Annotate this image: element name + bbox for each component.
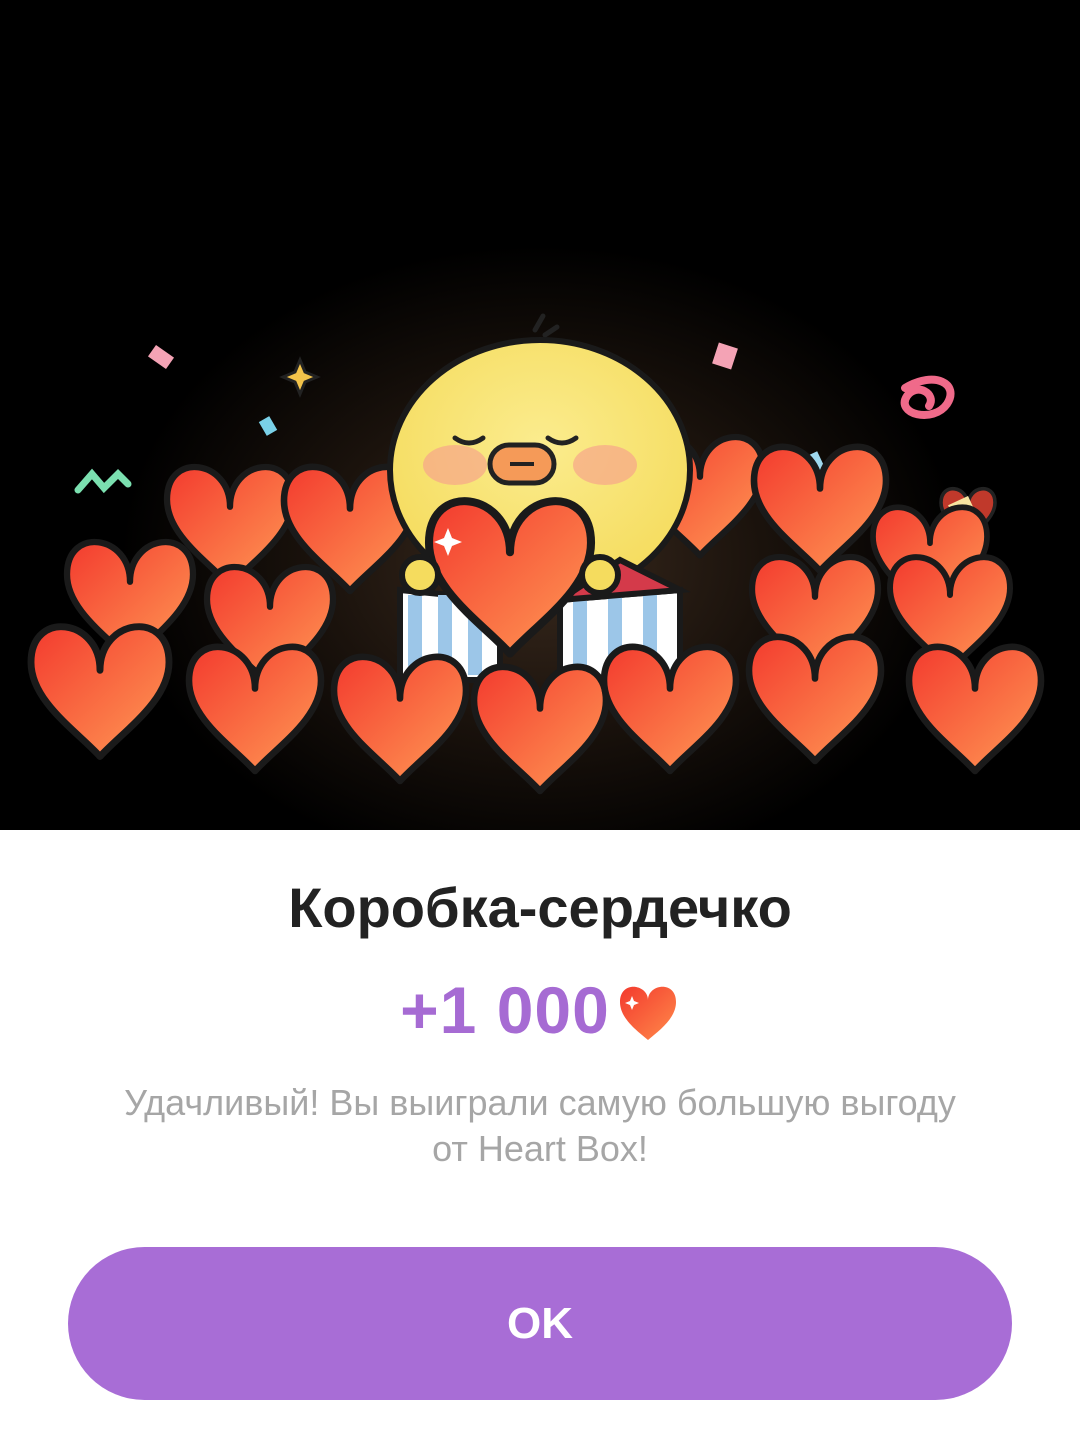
- heart-pile-illustration: [0, 313, 1080, 830]
- dialog-title: Коробка-сердечко: [288, 876, 792, 939]
- reward-illustration: [0, 0, 1080, 830]
- reward-description: Удачливый! Вы выиграли самую большую выг…: [60, 1080, 1020, 1172]
- heart-icon: [619, 986, 676, 1040]
- reward-amount: +1 000: [400, 973, 610, 1047]
- ok-button[interactable]: OK: [68, 1247, 1012, 1400]
- ok-button-label: OK: [507, 1298, 573, 1348]
- description-line-1: Удачливый! Вы выиграли самую большую выг…: [124, 1082, 956, 1123]
- description-line-2: от Heart Box!: [432, 1128, 648, 1169]
- reward-row: +1 000: [0, 972, 1080, 1048]
